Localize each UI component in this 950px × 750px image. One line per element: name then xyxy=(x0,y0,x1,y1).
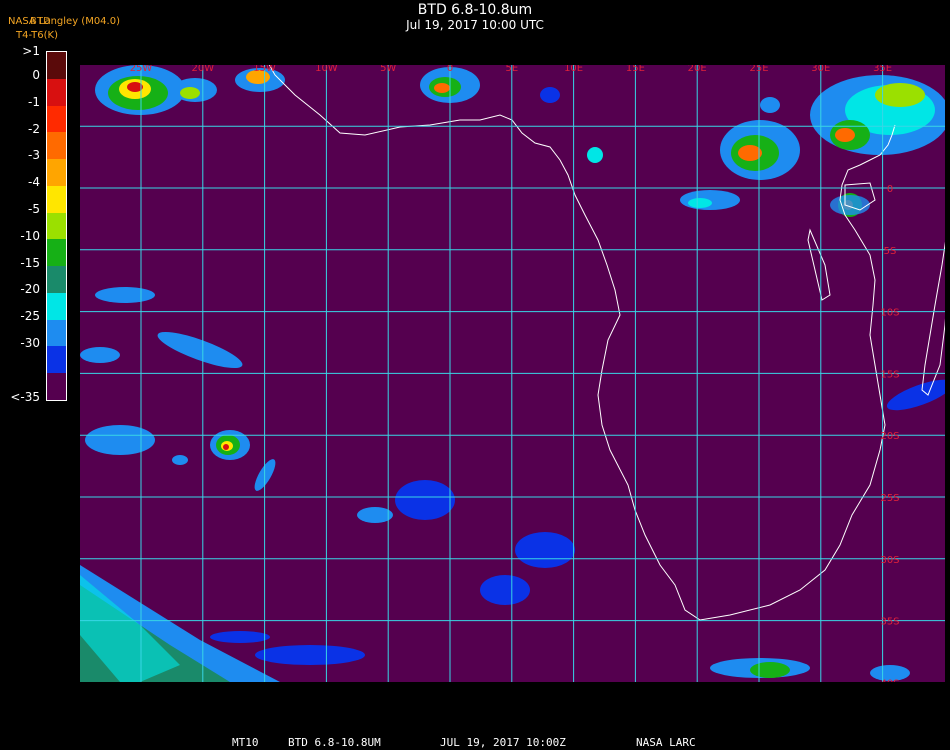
cloud-feature xyxy=(587,147,603,163)
satellite-map: 25W 20W 15W 10W 5W 0 5E 10E 15E 20E 25E 30E 35E 0 5S 1… xyxy=(80,65,945,682)
colorbar-label: -4 xyxy=(28,175,40,190)
product-title: BTD 6.8-10.8um xyxy=(417,2,533,18)
colorbar-label: -10 xyxy=(20,228,40,243)
colorbar-label: -20 xyxy=(20,282,40,297)
colorbar-segment xyxy=(47,52,66,80)
colorbar-segment xyxy=(47,292,66,321)
longitude-label: 15E xyxy=(626,65,645,74)
cloud-feature xyxy=(395,480,455,520)
timestamp: Jul 19, 2017 10:00 UTC xyxy=(406,18,544,32)
longitude-label: 20W xyxy=(191,65,214,74)
colorbar-segment xyxy=(47,78,66,107)
latitude-label: 5S xyxy=(884,246,897,257)
cloud-feature xyxy=(95,287,155,303)
cloud-feature xyxy=(480,575,530,605)
cloud-feature xyxy=(80,347,120,363)
cloud-feature xyxy=(680,190,740,210)
longitude-label: 10E xyxy=(564,65,583,74)
longitude-label: 25W xyxy=(130,65,153,74)
colorbar-segment xyxy=(47,159,66,187)
footer-agency: NASA LARC xyxy=(636,736,696,749)
longitude-label: 0 xyxy=(447,65,453,74)
cloud-feature xyxy=(830,195,870,215)
colorbar-label: -1 xyxy=(28,94,40,109)
colorbar-label: -30 xyxy=(20,335,40,350)
longitude-label: 5E xyxy=(505,65,518,74)
longitude-label: 30E xyxy=(811,65,830,74)
cloud-feature xyxy=(434,83,450,93)
colorbar-label: -2 xyxy=(28,121,40,136)
cloud-feature xyxy=(255,645,365,665)
product-label: BTD xyxy=(30,16,51,27)
colorbar-segment xyxy=(47,373,66,401)
cloud-feature xyxy=(357,507,393,523)
colorbar-segment xyxy=(47,212,66,240)
cloud-feature xyxy=(835,128,855,142)
colorbar-label: -15 xyxy=(20,255,40,270)
footer-datetime: JUL 19, 2017 10:00Z xyxy=(440,736,566,749)
cloud-feature xyxy=(688,198,712,208)
latitude-label: 0 xyxy=(887,184,893,195)
longitude-label: 25E xyxy=(749,65,768,74)
cloud-feature xyxy=(750,662,790,678)
cloud-feature xyxy=(180,87,200,99)
longitude-label: 5W xyxy=(380,65,396,74)
colorbar-label: >1 xyxy=(22,44,40,58)
cloud-feature xyxy=(515,532,575,568)
colorbar xyxy=(46,51,67,401)
colorbar-segment xyxy=(47,239,66,267)
footer-satellite: MT10 xyxy=(232,736,259,749)
latitude-label: 35S xyxy=(880,617,899,628)
colorbar-segment xyxy=(47,319,66,347)
colorbar-label: 0 xyxy=(32,68,40,83)
cloud-feature xyxy=(172,455,188,465)
latitude-label: 10S xyxy=(880,308,899,319)
colorbar-segment xyxy=(47,105,66,133)
source-label: NASA Langley (M04.0) xyxy=(8,16,120,27)
colorbar-label: -25 xyxy=(20,309,40,324)
colorbar-segment xyxy=(47,132,66,160)
longitude-label: 20E xyxy=(688,65,707,74)
longitude-label: 35E xyxy=(873,65,892,74)
longitude-label: 15W xyxy=(253,65,276,74)
colorbar-label: <-35 xyxy=(10,390,40,404)
latitude-label: 25S xyxy=(880,493,899,504)
latitude-label: 20S xyxy=(880,431,899,442)
cloud-feature xyxy=(738,145,762,161)
colorbar-label: -3 xyxy=(28,148,40,163)
footer-product: BTD 6.8-10.8UM xyxy=(288,736,381,749)
cloud-feature xyxy=(540,87,560,103)
colorbar-label: -5 xyxy=(28,202,40,216)
latitude-label: 40S xyxy=(880,678,899,682)
latitude-label: 15S xyxy=(880,369,899,380)
colorbar-segment xyxy=(47,185,66,214)
cloud-feature xyxy=(223,444,229,450)
latitude-label: 30S xyxy=(880,555,899,566)
cloud-feature xyxy=(760,97,780,113)
cloud-feature xyxy=(210,631,270,643)
longitude-label: 10W xyxy=(315,65,338,74)
cloud-feature xyxy=(85,425,155,455)
colorbar-segment xyxy=(47,266,66,294)
units-label: T4-T6(K) xyxy=(16,30,58,41)
colorbar-segment xyxy=(47,346,66,374)
